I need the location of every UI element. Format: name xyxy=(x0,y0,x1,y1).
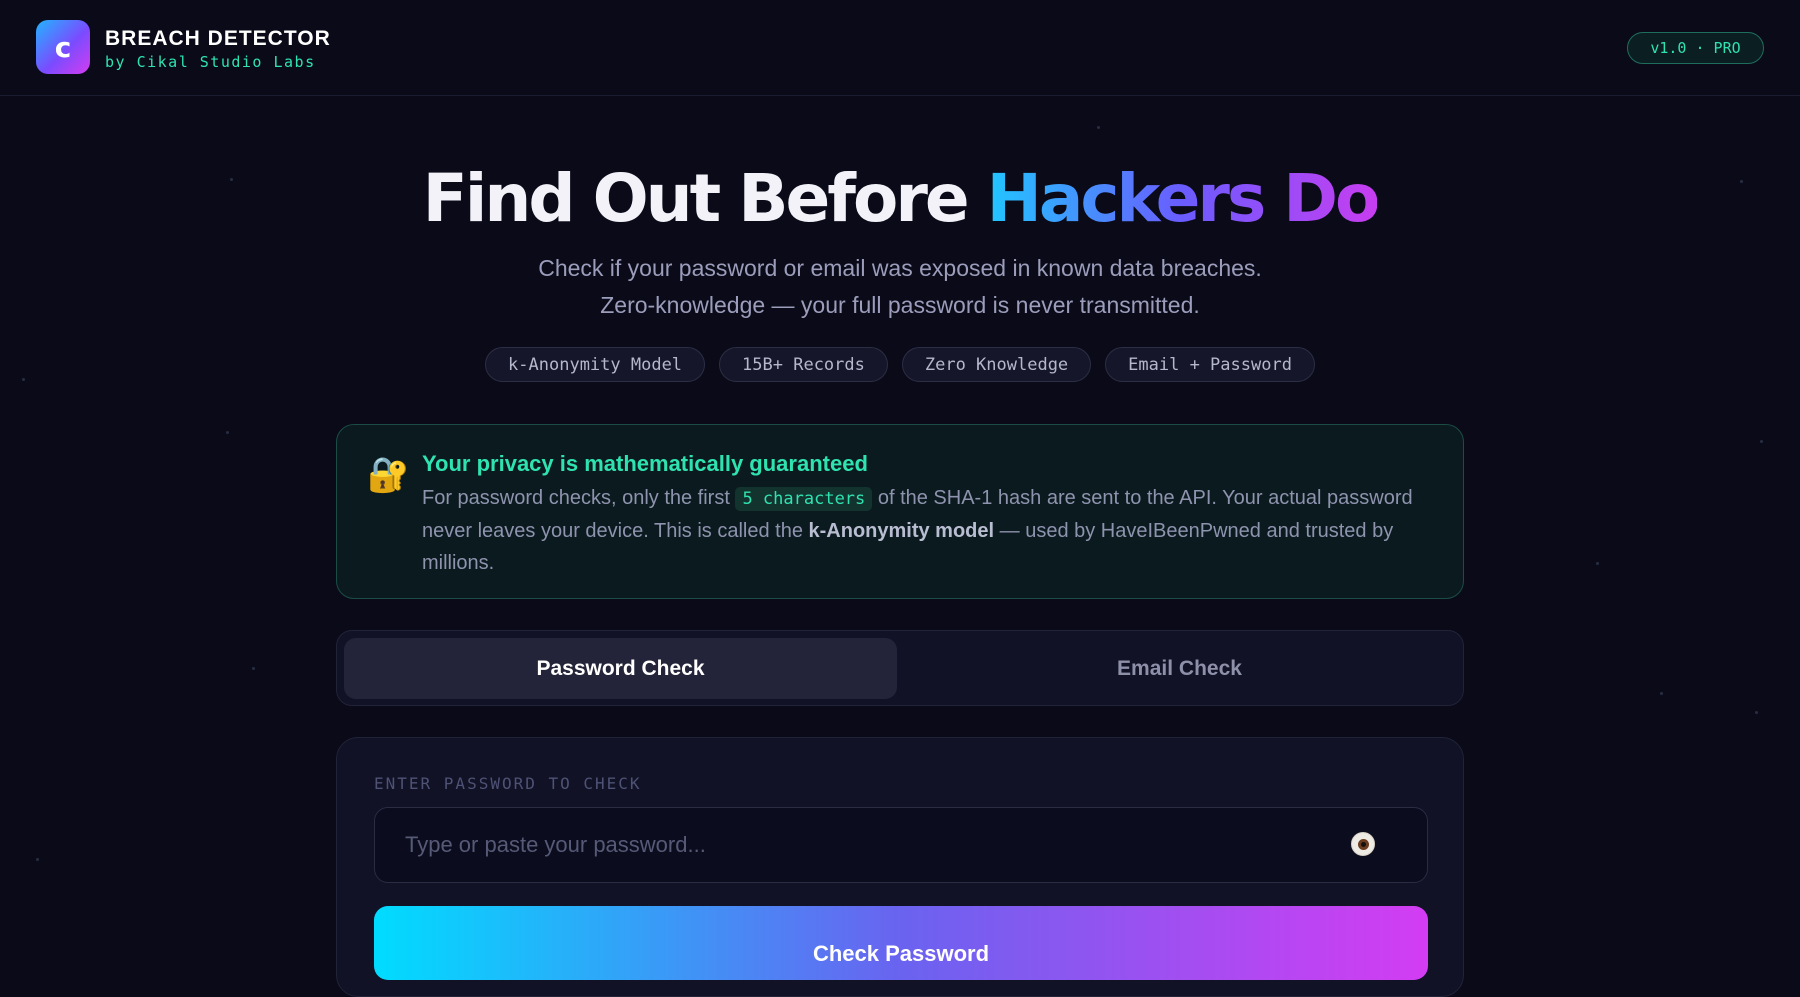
background-star xyxy=(1097,126,1100,129)
k-anonymity-emphasis: k-Anonymity model xyxy=(808,520,995,542)
password-field-label: ENTER PASSWORD TO CHECK xyxy=(374,774,642,793)
tab-password-check[interactable]: Password Check xyxy=(344,638,897,699)
version-badge: v1.0 · PRO xyxy=(1627,32,1764,64)
privacy-title: Your privacy is mathematically guarantee… xyxy=(422,451,868,476)
app-logo: c xyxy=(36,20,90,74)
feature-chip: 15B+ Records xyxy=(719,347,888,382)
hero-subtitle-line2: Zero-knowledge — your full password is n… xyxy=(600,292,1200,318)
hero-title: Find Out Before Hackers Do xyxy=(0,160,1800,237)
check-password-button[interactable]: Check Password xyxy=(374,906,1428,980)
app-header: c BREACH DETECTOR by Cikal Studio Labs v… xyxy=(0,0,1800,96)
privacy-notice-card: 🔐 Your privacy is mathematically guarant… xyxy=(336,424,1464,599)
feature-chip: Zero Knowledge xyxy=(901,347,1092,382)
background-star xyxy=(1755,711,1758,714)
lock-key-icon: 🔐 xyxy=(367,456,410,494)
password-check-panel: ENTER PASSWORD TO CHECK Check Password xyxy=(336,737,1464,997)
code-highlight: 5 characters xyxy=(735,487,873,511)
check-type-tabs: Password Check Email Check xyxy=(336,630,1464,706)
background-star xyxy=(252,667,255,670)
hero-subtitle-line1: Check if your password or email was expo… xyxy=(538,255,1262,281)
background-star xyxy=(1760,440,1763,443)
hero-title-main: Find Out Before xyxy=(422,160,987,237)
brand-title: BREACH DETECTOR xyxy=(105,27,331,50)
background-star xyxy=(1596,562,1599,565)
eye-icon[interactable] xyxy=(1351,832,1375,856)
feature-chips: k-Anonymity Model 15B+ Records Zero Know… xyxy=(0,347,1800,382)
background-star xyxy=(1660,692,1663,695)
brand-subtitle: by Cikal Studio Labs xyxy=(105,53,316,71)
feature-chip: Email + Password xyxy=(1105,347,1315,382)
feature-chip: k-Anonymity Model xyxy=(485,347,706,382)
privacy-body: For password checks, only the first 5 ch… xyxy=(422,482,1432,579)
tab-email-check[interactable]: Email Check xyxy=(903,638,1456,699)
logo-letter: c xyxy=(54,30,72,64)
background-star xyxy=(36,858,39,861)
background-star xyxy=(226,431,229,434)
password-input[interactable] xyxy=(374,807,1428,883)
privacy-body-text: For password checks, only the first xyxy=(422,487,736,509)
hero-title-accent: Hackers Do xyxy=(986,160,1381,237)
